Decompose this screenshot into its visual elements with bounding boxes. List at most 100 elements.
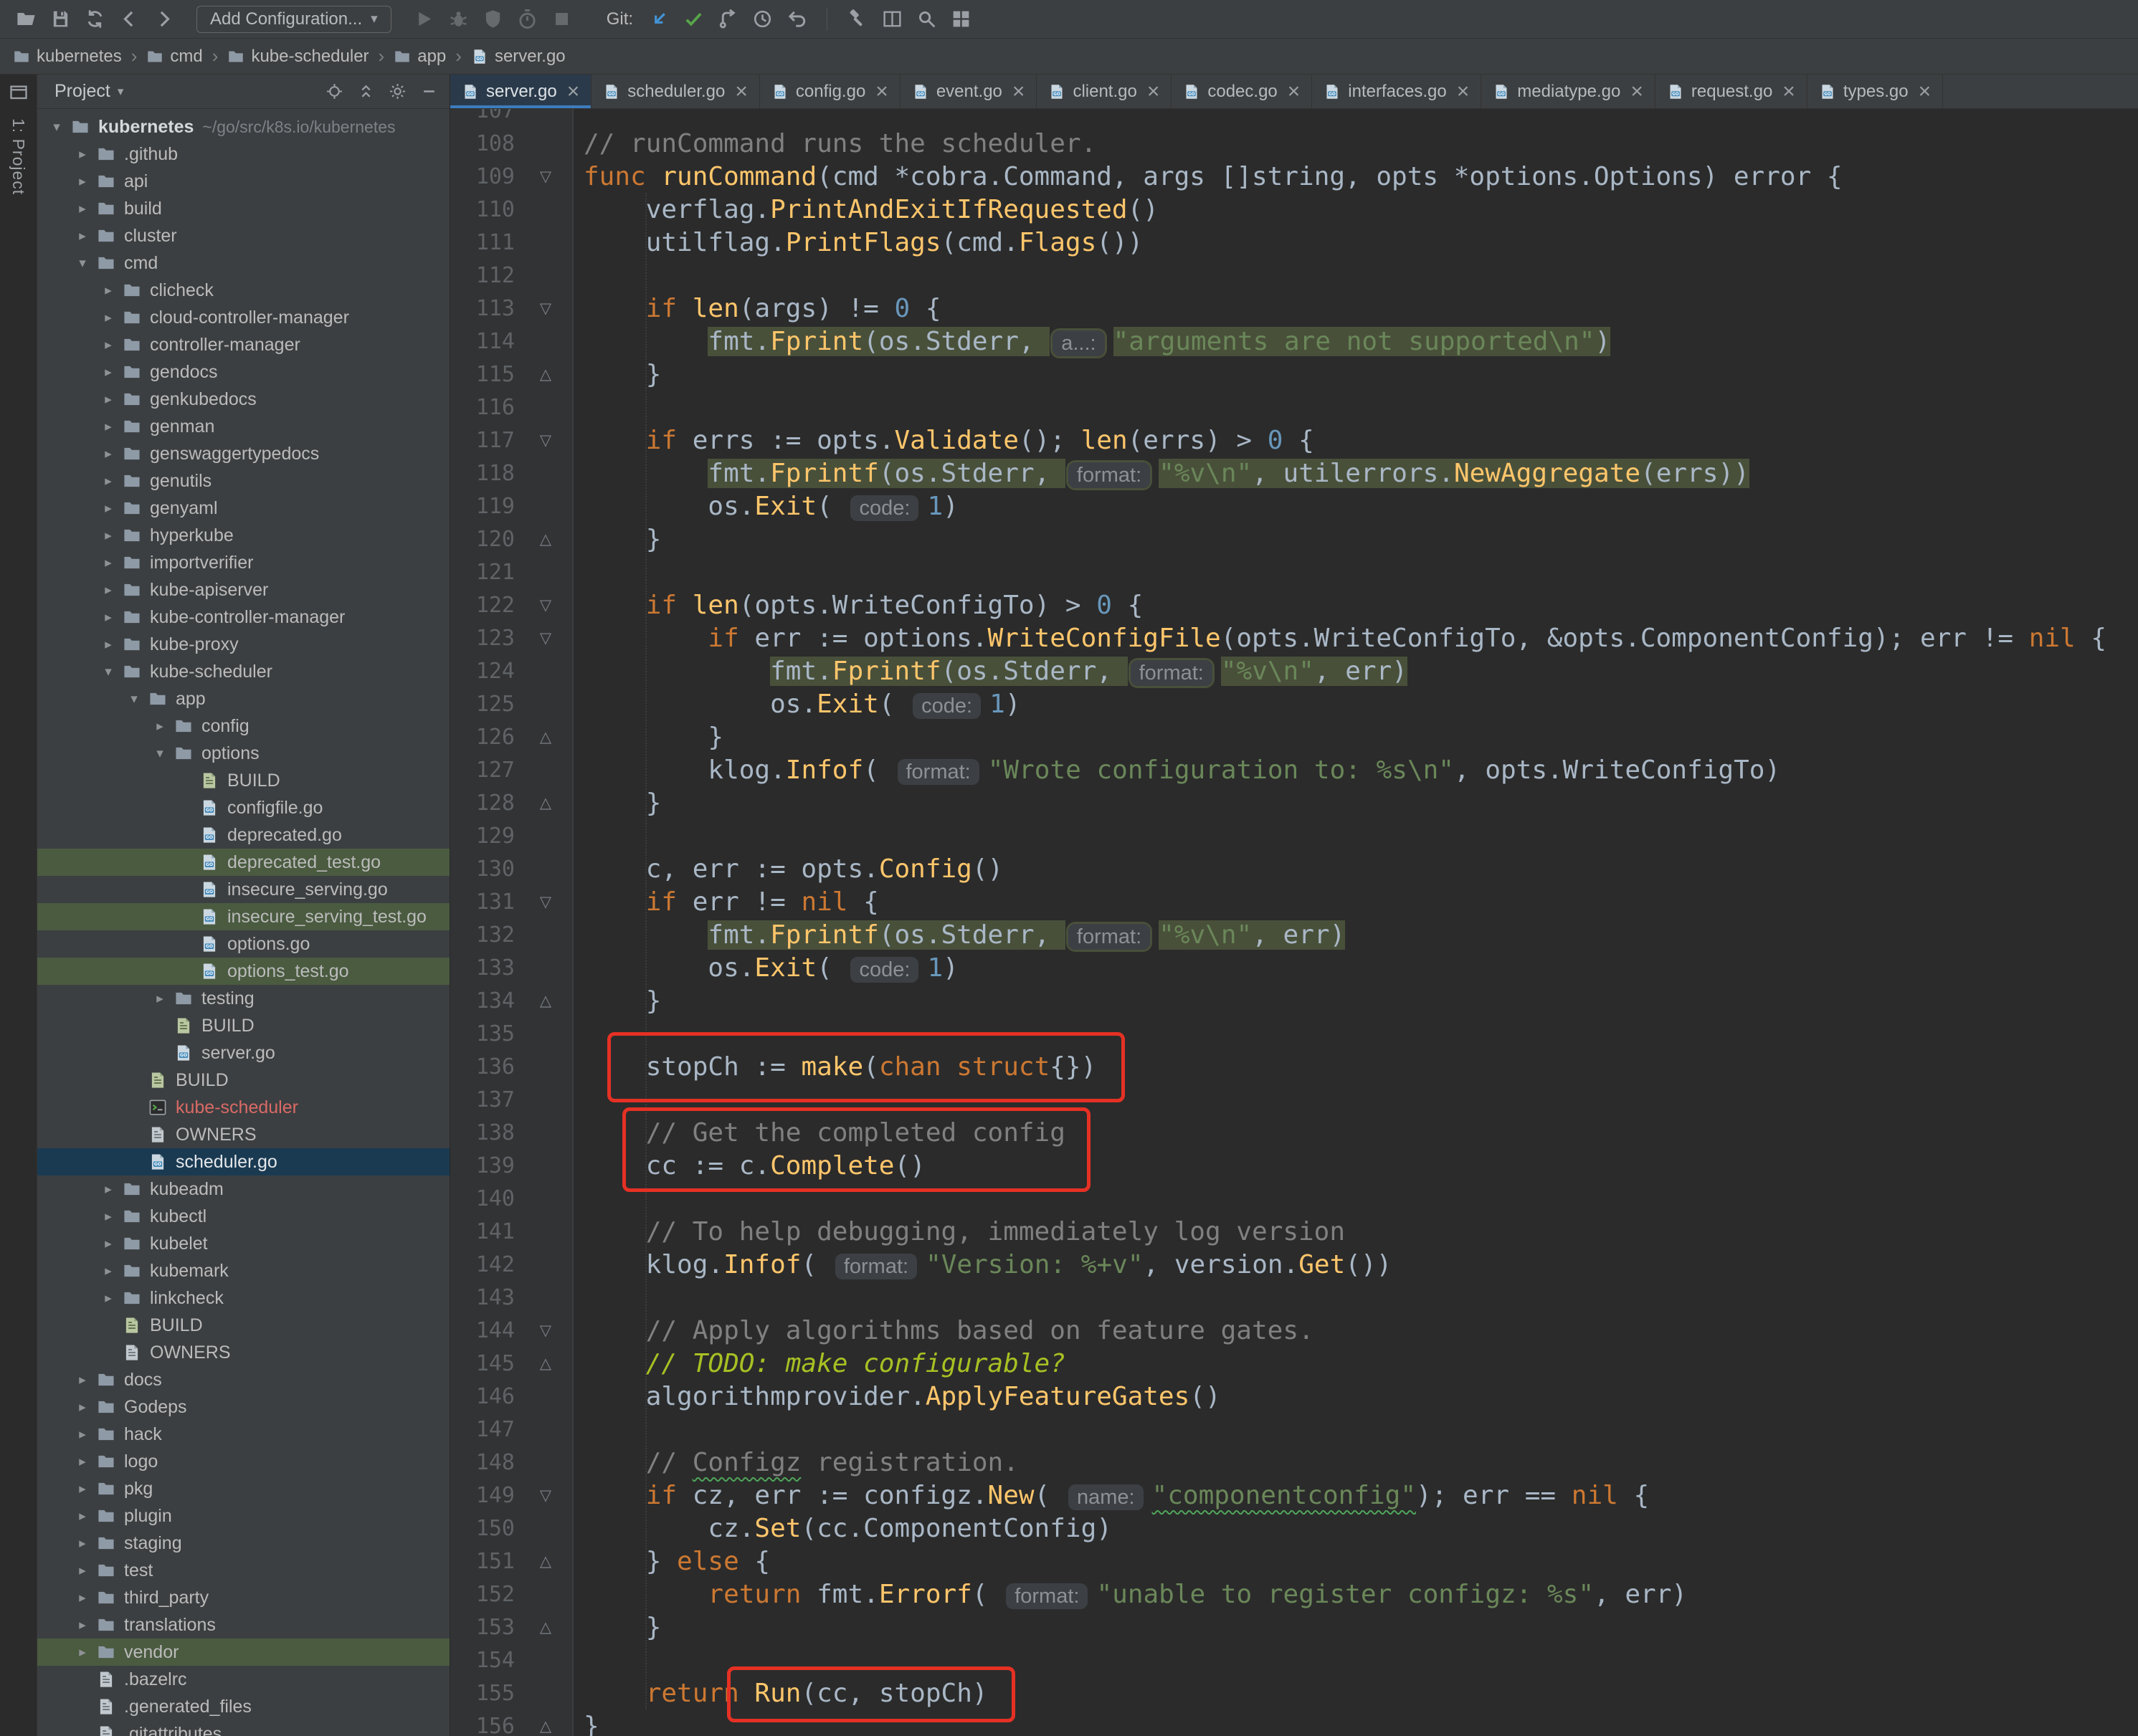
- code-line-109[interactable]: 109▽func runCommand(cmd *cobra.Command, …: [450, 160, 2138, 193]
- tab-mediatype.go[interactable]: GOmediatype.go×: [1481, 75, 1655, 108]
- windows-icon[interactable]: [945, 5, 977, 34]
- line-number[interactable]: 114: [450, 329, 519, 354]
- tree-item-kube-scheduler[interactable]: ▾kube-scheduler: [37, 658, 450, 685]
- tree-item-gendocs[interactable]: ▸gendocs: [37, 358, 450, 386]
- line-number[interactable]: 149: [450, 1483, 519, 1508]
- close-icon[interactable]: ×: [1012, 81, 1025, 102]
- close-icon[interactable]: ×: [1919, 81, 1932, 102]
- code-line-154[interactable]: 154: [450, 1644, 2138, 1677]
- chevron-collapsed-icon[interactable]: ▸: [70, 1508, 95, 1525]
- run-configuration-select[interactable]: Add Configuration... ▾: [196, 6, 391, 33]
- chevron-collapsed-icon[interactable]: ▸: [96, 282, 120, 299]
- chevron-collapsed-icon[interactable]: ▸: [96, 1290, 120, 1307]
- chevron-collapsed-icon[interactable]: ▸: [96, 446, 120, 462]
- tree-item-cluster[interactable]: ▸cluster: [37, 222, 450, 249]
- close-icon[interactable]: ×: [567, 81, 580, 102]
- code-line-156[interactable]: 156△}: [450, 1709, 2138, 1736]
- code-line-148[interactable]: 148 // Configz registration.: [450, 1446, 2138, 1479]
- chevron-collapsed-icon[interactable]: ▸: [96, 364, 120, 381]
- line-number[interactable]: 130: [450, 857, 519, 882]
- code-line-142[interactable]: 142 klog.Infof( format:"Version: %+v", v…: [450, 1248, 2138, 1281]
- collapse-all-icon[interactable]: [353, 80, 378, 104]
- chevron-collapsed-icon[interactable]: ▸: [96, 528, 120, 544]
- code-line-155[interactable]: 155 return Run(cc, stopCh): [450, 1677, 2138, 1709]
- chevron-collapsed-icon[interactable]: ▸: [70, 1644, 95, 1661]
- code-line-147[interactable]: 147: [450, 1413, 2138, 1446]
- back-icon[interactable]: [113, 5, 145, 34]
- code-line-132[interactable]: 132 fmt.Fprintf(os.Stderr, format:"%v\n"…: [450, 918, 2138, 951]
- tab-types.go[interactable]: GOtypes.go×: [1807, 75, 1943, 108]
- tree-item-OWNERS[interactable]: OWNERS: [37, 1339, 450, 1366]
- code-line-107[interactable]: 107: [450, 109, 2138, 127]
- tree-item-config[interactable]: ▸config: [37, 712, 450, 740]
- code-line-117[interactable]: 117▽ if errs := opts.Validate(); len(err…: [450, 424, 2138, 457]
- code-line-112[interactable]: 112: [450, 259, 2138, 292]
- fold-marker-icon[interactable]: ▽: [519, 300, 572, 317]
- chevron-collapsed-icon[interactable]: ▸: [96, 391, 120, 408]
- chevron-collapsed-icon[interactable]: ▸: [70, 1481, 95, 1497]
- line-number[interactable]: 128: [450, 791, 519, 816]
- chevron-expanded-icon[interactable]: ▾: [96, 664, 120, 680]
- code-line-129[interactable]: 129: [450, 819, 2138, 852]
- fold-marker-icon[interactable]: ▽: [519, 1487, 572, 1504]
- chevron-collapsed-icon[interactable]: ▸: [96, 1236, 120, 1252]
- tree-item-genswaggertypedocs[interactable]: ▸genswaggertypedocs: [37, 440, 450, 467]
- code-line-150[interactable]: 150 cz.Set(cc.ComponentConfig): [450, 1512, 2138, 1545]
- chevron-collapsed-icon[interactable]: ▸: [96, 582, 120, 598]
- profiler-icon[interactable]: [512, 5, 543, 34]
- tree-item-docs[interactable]: ▸docs: [37, 1366, 450, 1393]
- tree-item-testing[interactable]: ▸testing: [37, 985, 450, 1012]
- tree-item-genman[interactable]: ▸genman: [37, 413, 450, 440]
- line-number[interactable]: 112: [450, 263, 519, 288]
- code-line-114[interactable]: 114 fmt.Fprint(os.Stderr, a...:"argument…: [450, 325, 2138, 358]
- chevron-collapsed-icon[interactable]: ▸: [96, 419, 120, 435]
- fold-marker-icon[interactable]: △: [519, 366, 572, 383]
- tab-client.go[interactable]: GOclient.go×: [1037, 75, 1172, 108]
- close-icon[interactable]: ×: [1288, 81, 1301, 102]
- rollback-icon[interactable]: [781, 5, 812, 34]
- line-number[interactable]: 126: [450, 725, 519, 750]
- tree-item-Godeps[interactable]: ▸Godeps: [37, 1393, 450, 1421]
- code-line-141[interactable]: 141 // To help debugging, immediately lo…: [450, 1215, 2138, 1248]
- code-line-145[interactable]: 145△ // TODO: make configurable?: [450, 1347, 2138, 1380]
- chevron-collapsed-icon[interactable]: ▸: [70, 201, 95, 217]
- code-line-124[interactable]: 124 fmt.Fprintf(os.Stderr, format:"%v\n"…: [450, 654, 2138, 687]
- tree-item-kubemark[interactable]: ▸kubemark: [37, 1257, 450, 1284]
- close-icon[interactable]: ×: [1147, 81, 1160, 102]
- tab-request.go[interactable]: GOrequest.go×: [1655, 75, 1807, 108]
- code-line-144[interactable]: 144▽ // Apply algorithms based on featur…: [450, 1314, 2138, 1347]
- line-number[interactable]: 141: [450, 1219, 519, 1244]
- breadcrumb-item-server.go[interactable]: GOserver.go: [471, 47, 566, 67]
- code-line-151[interactable]: 151△ } else {: [450, 1545, 2138, 1578]
- tree-item-.generated_files[interactable]: .generated_files: [37, 1693, 450, 1720]
- close-icon[interactable]: ×: [1457, 81, 1470, 102]
- line-number[interactable]: 117: [450, 428, 519, 453]
- chevron-collapsed-icon[interactable]: ▸: [96, 1208, 120, 1225]
- chevron-expanded-icon[interactable]: ▾: [44, 119, 69, 135]
- fold-marker-icon[interactable]: △: [519, 992, 572, 1009]
- open-file-icon[interactable]: [10, 5, 42, 34]
- breadcrumb-item-cmd[interactable]: cmd: [146, 47, 202, 67]
- line-number[interactable]: 153: [450, 1615, 519, 1640]
- update-project-icon[interactable]: [643, 5, 675, 34]
- line-number[interactable]: 107: [450, 109, 519, 123]
- chevron-collapsed-icon[interactable]: ▸: [148, 718, 172, 735]
- line-number[interactable]: 135: [450, 1021, 519, 1046]
- tree-item-options.go[interactable]: GOoptions.go: [37, 930, 450, 958]
- line-number[interactable]: 131: [450, 890, 519, 915]
- tree-item-OWNERS[interactable]: OWNERS: [37, 1121, 450, 1148]
- tree-item-linkcheck[interactable]: ▸linkcheck: [37, 1284, 450, 1312]
- line-number[interactable]: 109: [450, 164, 519, 189]
- tree-item-cloud-controller-manager[interactable]: ▸cloud-controller-manager: [37, 304, 450, 331]
- line-number[interactable]: 123: [450, 626, 519, 651]
- tab-config.go[interactable]: GOconfig.go×: [760, 75, 901, 108]
- chevron-collapsed-icon[interactable]: ▸: [96, 1263, 120, 1279]
- tree-item-.github[interactable]: ▸.github: [37, 140, 450, 168]
- code-line-128[interactable]: 128△ }: [450, 786, 2138, 819]
- line-number[interactable]: 124: [450, 659, 519, 684]
- line-number[interactable]: 125: [450, 692, 519, 717]
- merge-icon[interactable]: [712, 5, 743, 34]
- tree-item-third_party[interactable]: ▸third_party: [37, 1584, 450, 1611]
- close-icon[interactable]: ×: [1782, 81, 1795, 102]
- tree-item-BUILD[interactable]: BUILD: [37, 1067, 450, 1094]
